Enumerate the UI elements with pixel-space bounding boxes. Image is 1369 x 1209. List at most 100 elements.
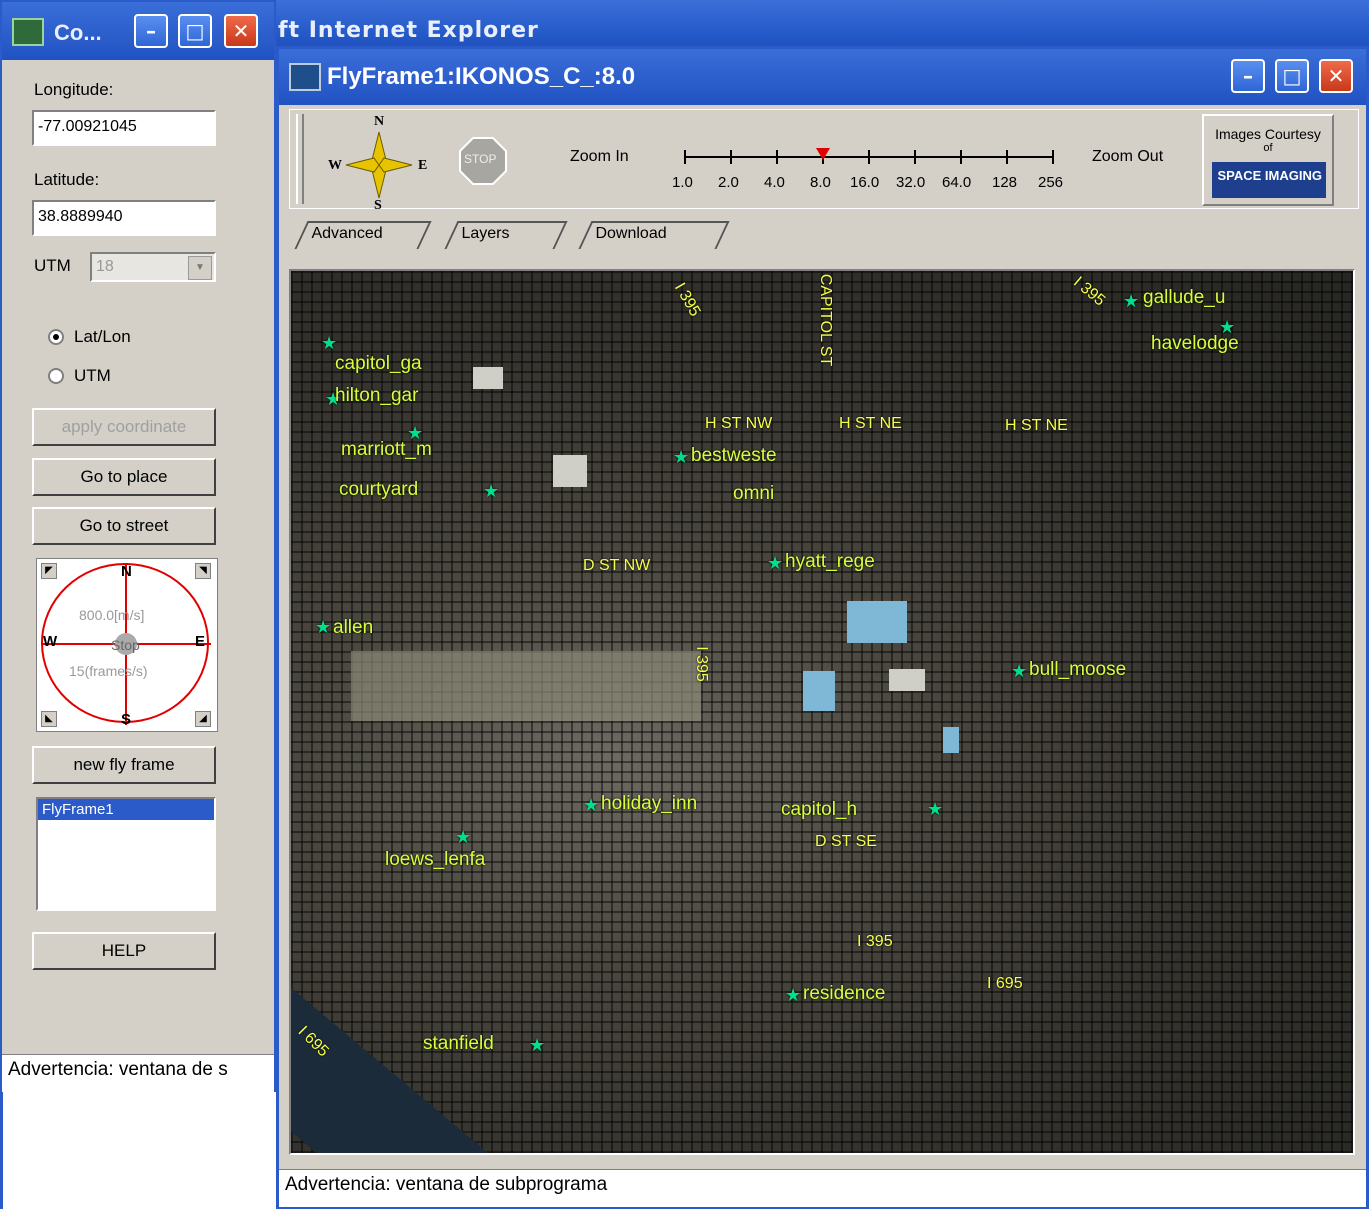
zoom-tick [730, 150, 732, 164]
credit-line2: of [1263, 142, 1273, 154]
latlon-radio-label: Lat/Lon [74, 327, 131, 346]
corner-sw-button[interactable]: ◣ [41, 711, 57, 727]
poi-label[interactable]: hilton_gar [335, 385, 418, 407]
street-label: D ST SE [815, 833, 877, 850]
poi-star-icon[interactable]: ★ [1011, 661, 1027, 682]
apply-coordinate-button[interactable]: apply coordinate [32, 408, 216, 446]
poi-label[interactable]: hyatt_rege [785, 551, 875, 573]
control-titlebar[interactable]: Co... – □ ✕ [2, 2, 274, 60]
go-to-place-button[interactable]: Go to place [32, 458, 216, 496]
maximize-button[interactable]: □ [178, 14, 212, 48]
poi-star-icon[interactable]: ★ [785, 985, 801, 1006]
zoom-marker[interactable] [816, 148, 830, 160]
zoom-level[interactable]: 2.0 [718, 174, 739, 191]
street-label: H ST NE [839, 415, 902, 432]
poi-label[interactable]: bestweste [691, 445, 777, 467]
flyframe-window: FlyFrame1:IKONOS_C_:8.0 – □ ✕ N S E W ST… [276, 46, 1369, 1209]
zoom-tick [1052, 150, 1054, 164]
latitude-field[interactable]: 38.8889940 [32, 200, 216, 236]
poi-star-icon[interactable]: ★ [315, 617, 331, 638]
fly-frame-list[interactable]: FlyFrame1 [36, 797, 216, 911]
poi-star-icon[interactable]: ★ [927, 799, 943, 820]
poi-label[interactable]: bull_moose [1029, 659, 1126, 681]
tab-advanced[interactable]: Advanced [294, 221, 432, 249]
poi-label[interactable]: havelodge [1151, 333, 1239, 355]
corner-se-button[interactable]: ◢ [195, 711, 211, 727]
street-label: CAPITOL ST [817, 273, 835, 367]
flyframe-titlebar[interactable]: FlyFrame1:IKONOS_C_:8.0 – □ ✕ [279, 49, 1366, 105]
poi-star-icon[interactable]: ★ [673, 447, 689, 468]
tab-download[interactable]: Download [578, 221, 730, 249]
poi-label[interactable]: holiday_inn [601, 793, 697, 815]
zoom-level[interactable]: 1.0 [672, 174, 693, 191]
poi-label[interactable]: capitol_ga [335, 353, 422, 375]
list-item[interactable]: FlyFrame1 [38, 799, 214, 820]
zoom-level[interactable]: 128 [992, 174, 1017, 191]
poi-label[interactable]: residence [803, 983, 885, 1005]
poi-label[interactable]: courtyard [339, 479, 418, 501]
longitude-field[interactable]: -77.00921045 [32, 110, 216, 146]
close-button[interactable]: ✕ [224, 14, 258, 48]
poi-label[interactable]: loews_lenfa [385, 849, 485, 871]
help-button[interactable]: HELP [32, 932, 216, 970]
rose-north: N [374, 114, 385, 129]
street-label: H ST NW [705, 415, 773, 432]
corner-nw-button[interactable]: ◤ [41, 563, 57, 579]
poi-label[interactable]: stanfield [423, 1033, 494, 1055]
close-button[interactable]: ✕ [1319, 59, 1353, 93]
flyframe-status-bar: Advertencia: ventana de subprograma [279, 1169, 1366, 1207]
minimize-button[interactable]: – [134, 14, 168, 48]
ie-window-title: ft Internet Explorer [278, 18, 539, 43]
poi-label[interactable]: marriott_m [341, 439, 432, 461]
poi-star-icon[interactable]: ★ [1123, 291, 1139, 312]
minimize-button[interactable]: – [1231, 59, 1265, 93]
street-label: I 695 [987, 975, 1023, 992]
map-pool [847, 601, 907, 643]
stop-button[interactable]: STOP [458, 136, 508, 186]
zoom-level[interactable]: 4.0 [764, 174, 785, 191]
compass-west: W [43, 633, 58, 650]
zoom-out-label[interactable]: Zoom Out [1092, 148, 1163, 166]
utm-radio[interactable] [48, 368, 64, 384]
zoom-level[interactable]: 8.0 [810, 174, 831, 191]
satellite-image[interactable]: ★ gallude_u ★ havelodge ★ capitol_ga ★ h… [291, 271, 1353, 1153]
latlon-radio[interactable] [48, 329, 64, 345]
space-imaging-logo: SPACE IMAGING [1212, 162, 1326, 198]
tab-layers[interactable]: Layers [444, 221, 568, 249]
zoom-level[interactable]: 16.0 [850, 174, 879, 191]
corner-ne-button[interactable]: ◥ [195, 563, 211, 579]
poi-star-icon[interactable]: ★ [483, 481, 499, 502]
poi-label[interactable]: omni [733, 483, 774, 505]
go-to-street-button[interactable]: Go to street [32, 507, 216, 545]
zoom-tick [1006, 150, 1008, 164]
maximize-button[interactable]: □ [1275, 59, 1309, 93]
compass-south: S [121, 711, 132, 728]
utm-radio-label: UTM [74, 366, 111, 385]
toolbar-grip[interactable] [296, 114, 304, 204]
poi-label[interactable]: allen [333, 617, 373, 639]
chevron-down-icon[interactable]: ▼ [188, 256, 212, 280]
poi-star-icon[interactable]: ★ [529, 1035, 545, 1056]
street-label: I 395 [1070, 273, 1109, 310]
latitude-label: Latitude: [34, 170, 100, 189]
zoom-level[interactable]: 256 [1038, 174, 1063, 191]
utm-zone-select[interactable]: 18 ▼ [90, 252, 216, 282]
stop-label: STOP [464, 152, 497, 166]
poi-label[interactable]: capitol_h [781, 799, 857, 821]
navigation-compass[interactable]: ◤ ◥ ◣ ◢ N S E W 800.0[m/s] Stop 15(frame… [36, 558, 218, 732]
zoom-level[interactable]: 32.0 [896, 174, 925, 191]
utm-label: UTM [34, 256, 71, 275]
control-status-bar: Advertencia: ventana de s [2, 1054, 274, 1092]
poi-star-icon[interactable]: ★ [321, 333, 337, 354]
satellite-map[interactable]: ★ gallude_u ★ havelodge ★ capitol_ga ★ h… [289, 269, 1355, 1155]
poi-label[interactable]: gallude_u [1143, 287, 1225, 309]
zoom-level[interactable]: 64.0 [942, 174, 971, 191]
poi-star-icon[interactable]: ★ [583, 795, 599, 816]
poi-star-icon[interactable]: ★ [767, 553, 783, 574]
street-label: I 395 [692, 646, 710, 682]
new-fly-frame-button[interactable]: new fly frame [32, 746, 216, 784]
compass-rose[interactable]: N S E W [328, 114, 427, 213]
poi-star-icon[interactable]: ★ [455, 827, 471, 848]
zoom-in-label[interactable]: Zoom In [570, 148, 629, 166]
flyframe-window-title: FlyFrame1:IKONOS_C_:8.0 [327, 63, 636, 90]
